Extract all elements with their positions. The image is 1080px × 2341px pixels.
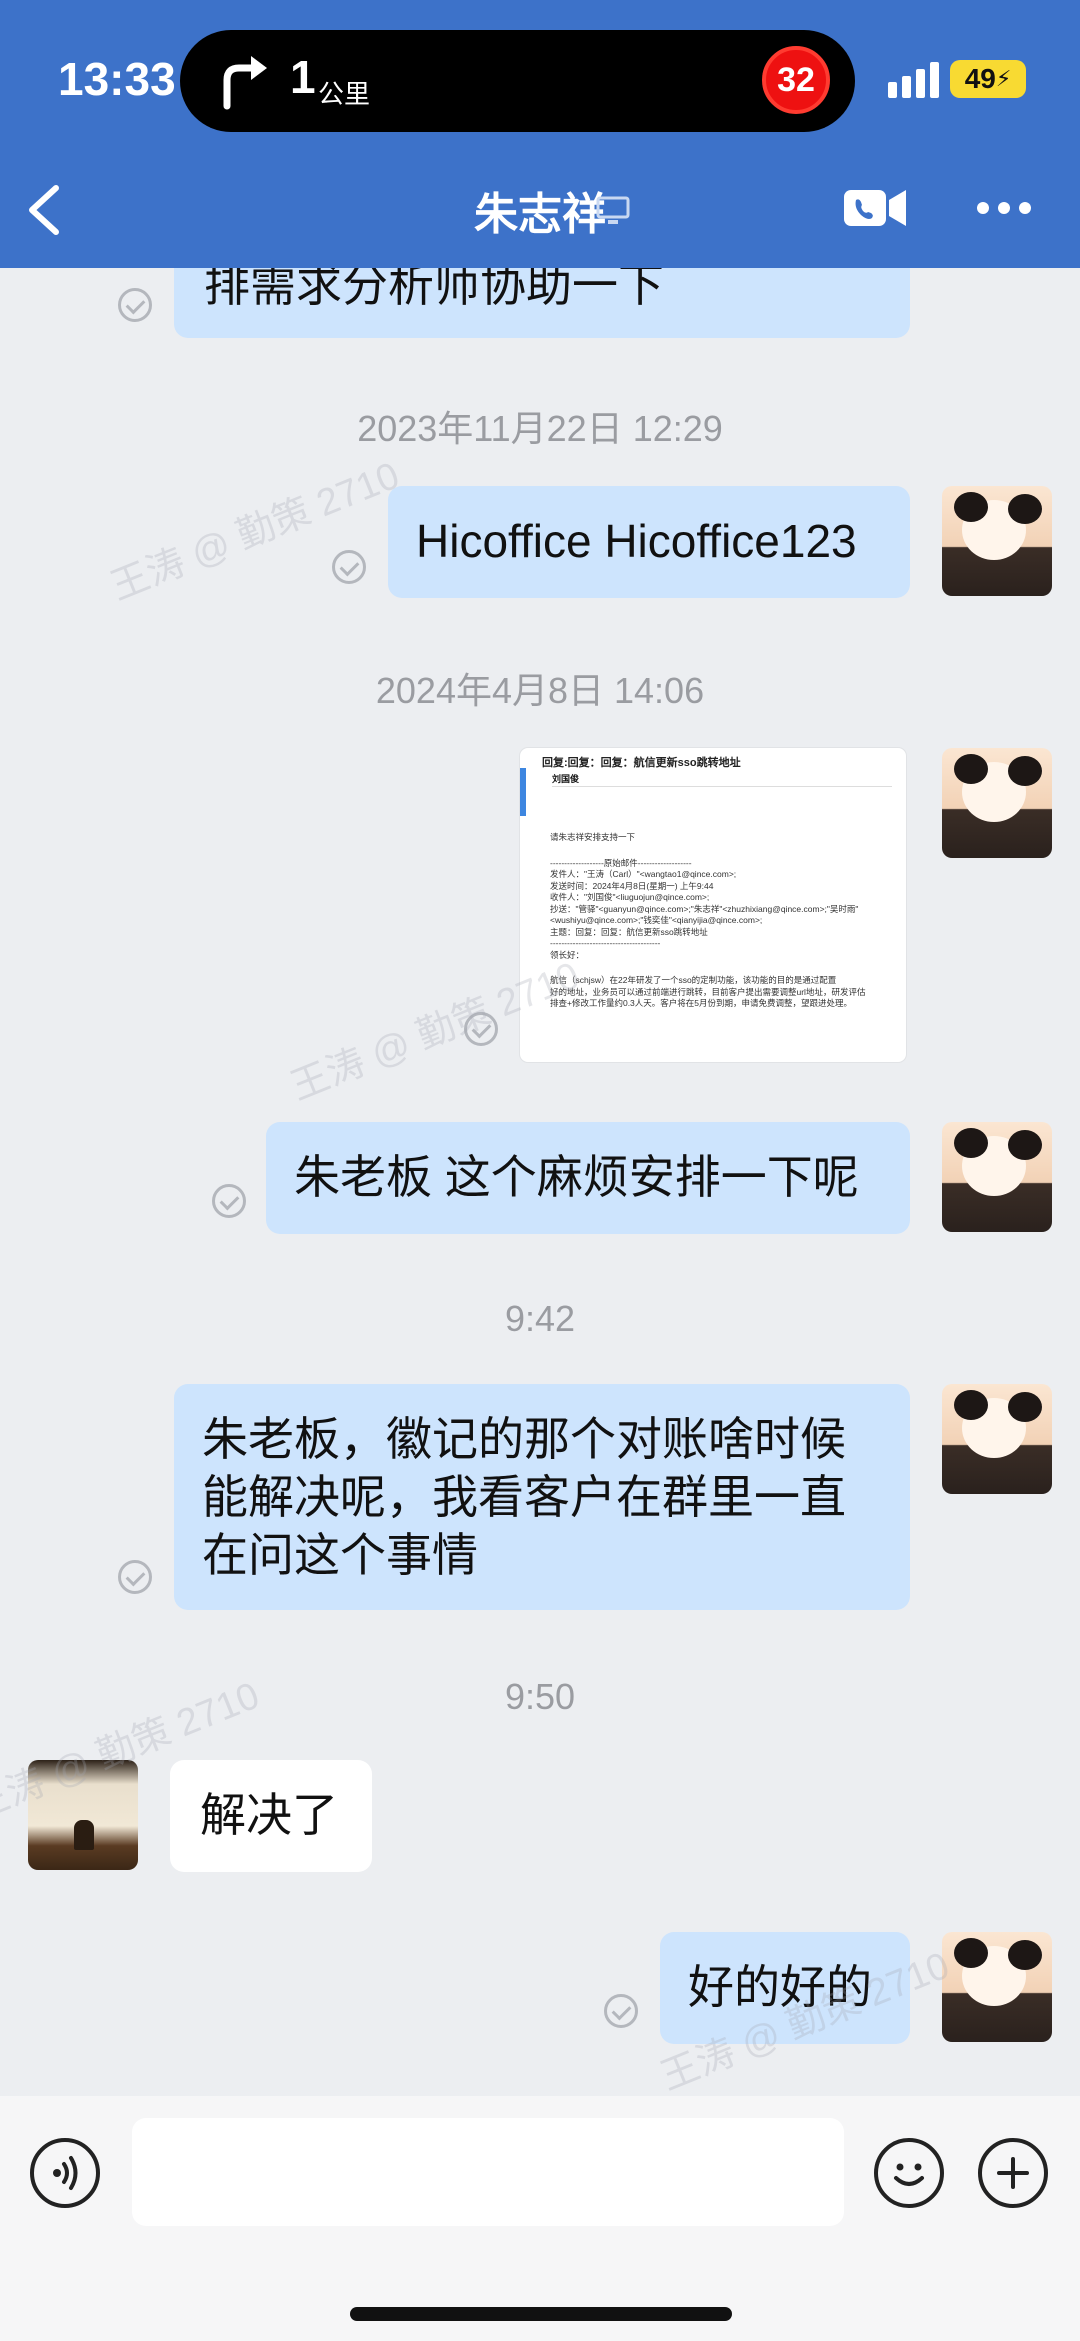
read-receipt-icon <box>118 288 152 322</box>
avatar[interactable] <box>942 1932 1052 2042</box>
avatar[interactable] <box>942 1122 1052 1232</box>
battery-indicator: 49 ⚡ <box>950 60 1026 98</box>
plus-icon <box>997 2157 1029 2189</box>
image-message[interactable]: 回复:回复：回复：航信更新sso跳转地址 刘国俊 请朱志祥安排支持一下 ----… <box>520 748 906 1062</box>
emoji-button[interactable] <box>874 2138 944 2208</box>
email-sender: 刘国俊 <box>552 774 580 784</box>
timestamp: 9:42 <box>504 1298 576 1339</box>
avatar[interactable] <box>942 486 1052 596</box>
message-text: 朱老板 这个麻烦安排一下呢 <box>294 1151 859 1203</box>
email-line: <wushiyu@qince.com>;"钱奕佳"<qianyijia@qinc… <box>550 915 763 925</box>
cellular-signal-icon <box>888 62 939 98</box>
emoji-icon <box>894 2163 924 2186</box>
message-bubble[interactable]: 朱老板，徽记的那个对账啥时候能解决呢，我看客户在群里一直在问这个事情 <box>174 1384 910 1610</box>
avatar[interactable] <box>28 1760 138 1870</box>
desktop-icon <box>596 196 630 224</box>
read-receipt-icon <box>118 1560 152 1594</box>
status-time: 13:33 <box>58 53 176 105</box>
avatar[interactable] <box>942 748 1052 858</box>
read-receipt-icon <box>464 1012 498 1046</box>
add-button[interactable] <box>978 2138 1048 2208</box>
message-text: 好的好的 <box>688 1961 872 2013</box>
header: 13:33 1 公里 32 49 ⚡ 朱志祥 <box>0 0 1080 268</box>
navigation-distance: 1 <box>290 51 316 103</box>
email-line: --------------------------------------- <box>550 938 661 948</box>
turn-right-arrow-icon <box>223 56 267 110</box>
message-bubble[interactable]: 好的好的 <box>660 1932 910 2044</box>
message-text: 解决了 <box>200 1789 338 1841</box>
message-text: 朱老板，徽记的那个对账啥时候能解决呢，我看客户在群里一直在问这个事情 <box>202 1413 846 1581</box>
email-subject: 回复:回复：回复：航信更新sso跳转地址 <box>542 757 741 769</box>
home-indicator[interactable] <box>350 2307 732 2321</box>
email-accent-bar <box>520 768 526 816</box>
navigation-unit: 公里 <box>318 79 371 109</box>
email-line: 好的地址，业务员可以通过前端进行跳转，目前客户提出需要调整url地址，研发评估 <box>550 986 866 997</box>
email-line: 请朱志祥安排支持一下 <box>550 832 636 842</box>
avatar[interactable] <box>942 1384 1052 1494</box>
email-meta <box>552 786 892 787</box>
email-body: 请朱志祥安排支持一下 -------------------原始邮件------… <box>550 832 902 1010</box>
message-bubble[interactable]: 朱老板 这个麻烦安排一下呢 <box>266 1122 910 1234</box>
email-line: 排查+修改工作量约0.3人天。客户将在5月份到期，申请免费调整，望跟进处理。 <box>550 998 853 1008</box>
read-receipt-icon <box>604 1994 638 2028</box>
timestamp: 2024年4月8日 14:06 <box>375 670 705 711</box>
email-line: 发件人："王涛（Carl）"<wangtao1@qince.com>; <box>550 869 737 879</box>
message-bubble[interactable]: 解决了 <box>170 1760 372 1872</box>
timestamp: 9:50 <box>504 1676 576 1717</box>
more-button[interactable] <box>976 200 1032 216</box>
message-bubble[interactable]: Hicoffice Hicoffice123 <box>388 486 910 598</box>
read-receipt-icon <box>212 1184 246 1218</box>
voice-icon <box>53 2156 78 2190</box>
read-receipt-icon <box>332 550 366 584</box>
chat-title: 朱志祥 <box>474 190 606 239</box>
video-call-button[interactable] <box>842 186 908 230</box>
timestamp: 2023年11月22日 12:29 <box>357 408 723 449</box>
email-line: 航信（schjsw）在22年研发了一个sso的定制功能，该功能的目的是通过配置 <box>550 975 837 985</box>
email-line: 主题：回复：回复：航信更新sso跳转地址 <box>550 926 708 937</box>
voice-button[interactable] <box>30 2138 100 2208</box>
email-line: -------------------原始邮件-----------------… <box>550 857 692 868</box>
dynamic-island[interactable] <box>180 30 855 132</box>
message-text: Hicoffice Hicoffice123 <box>416 515 857 567</box>
email-line: 收件人："刘国俊"<liuguojun@qince.com>; <box>550 892 710 902</box>
battery-level: 49 <box>964 63 996 94</box>
speed-limit-badge: 32 <box>762 46 830 114</box>
message-input[interactable] <box>132 2118 844 2226</box>
email-line: 发送时间：2024年4月8日(星期一) 上午9:44 <box>550 880 714 891</box>
email-line: 抄送："管驿"<guanyun@qince.com>;"朱志祥"<zhuzhix… <box>550 903 859 914</box>
watermark: 王涛 @ 勤策 2710 <box>104 454 406 609</box>
email-line: 领长好： <box>550 949 585 960</box>
